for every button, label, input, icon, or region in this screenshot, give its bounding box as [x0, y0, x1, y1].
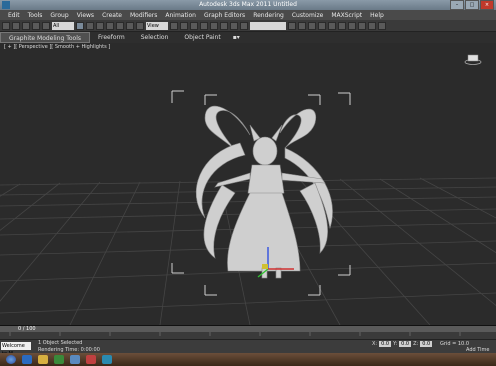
menu-create[interactable]: Create [102, 12, 122, 19]
rendered-frame-window-icon[interactable] [368, 21, 376, 30]
unlink-icon[interactable] [32, 21, 40, 30]
minimize-button[interactable]: – [450, 0, 464, 10]
select-manipulate-icon[interactable] [180, 21, 188, 30]
menu-customize[interactable]: Customize [292, 12, 324, 19]
undo-icon[interactable] [2, 21, 10, 30]
align-icon[interactable] [298, 21, 306, 30]
tab-graphite-modeling-tools[interactable]: Graphite Modeling Tools [0, 32, 91, 43]
maxscript-listener-input[interactable]: Welcome to M [1, 342, 31, 357]
os-taskbar [0, 353, 496, 366]
menu-rendering[interactable]: Rendering [253, 12, 284, 19]
y-label: Y: [393, 341, 398, 347]
redo-icon[interactable] [12, 21, 20, 30]
tab-object-paint[interactable]: Object Paint [176, 32, 228, 43]
media-taskbar-icon[interactable] [54, 355, 64, 364]
graphite-toggle-icon[interactable] [318, 21, 326, 30]
app-taskbar-icon[interactable] [70, 355, 80, 364]
link-icon[interactable] [22, 21, 30, 30]
material-editor-icon[interactable] [348, 21, 356, 30]
window-crossing-icon[interactable] [106, 21, 114, 30]
viewport-grid [0, 90, 496, 325]
render-production-icon[interactable] [378, 21, 386, 30]
close-button[interactable]: × [480, 0, 494, 10]
menu-maxscript[interactable]: MAXScript [331, 12, 362, 19]
percent-snap-icon[interactable] [220, 21, 228, 30]
snap-toggle-icon[interactable] [200, 21, 208, 30]
curve-editor-icon[interactable] [328, 21, 336, 30]
window-controls: – □ × [450, 0, 494, 10]
spinner-snap-icon[interactable] [230, 21, 238, 30]
angle-snap-icon[interactable] [210, 21, 218, 30]
selection-region-icon[interactable] [96, 21, 104, 30]
select-by-name-icon[interactable] [86, 21, 94, 30]
perspective-viewport[interactable]: [ + ][ Perspective ][ Smooth + Highlight… [0, 43, 496, 325]
menu-edit[interactable]: Edit [8, 12, 20, 19]
reference-coord-dropdown[interactable]: View [146, 21, 168, 30]
menu-graph-editors[interactable]: Graph Editors [204, 12, 245, 19]
status-bar: Welcome to M 1 Object Selected Rendering… [0, 339, 496, 359]
app-logo-icon[interactable] [2, 1, 10, 9]
schematic-view-icon[interactable] [338, 21, 346, 30]
explorer-taskbar-icon[interactable] [38, 355, 48, 364]
main-toolbar: All View [0, 20, 496, 32]
tab-freeform[interactable]: Freeform [90, 32, 133, 43]
bind-space-warp-icon[interactable] [42, 21, 50, 30]
coordinate-display: X: 0.0 Y: 0.0 Z: 0.0 [372, 341, 433, 347]
3dsmax-taskbar-icon[interactable] [102, 355, 112, 364]
named-selection-dropdown[interactable] [250, 21, 286, 30]
viewcube-icon[interactable] [464, 53, 482, 65]
pivot-center-icon[interactable] [170, 21, 178, 30]
maximize-button[interactable]: □ [465, 0, 479, 10]
render-setup-icon[interactable] [358, 21, 366, 30]
menu-help[interactable]: Help [370, 12, 384, 19]
keyboard-shortcut-icon[interactable] [190, 21, 198, 30]
x-coordinate-field[interactable]: 0.0 [379, 341, 392, 347]
menu-group[interactable]: Group [50, 12, 68, 19]
rotate-icon[interactable] [126, 21, 134, 30]
mirror-icon[interactable] [288, 21, 296, 30]
ie-taskbar-icon[interactable] [22, 355, 32, 364]
ribbon-options-icon[interactable]: ▪▾ [229, 32, 244, 43]
start-button-icon[interactable] [6, 355, 16, 364]
scale-icon[interactable] [136, 21, 144, 30]
y-coordinate-field[interactable]: 0.0 [399, 341, 412, 347]
z-label: Z: [413, 341, 419, 347]
timeline: 0 / 100 [0, 325, 496, 340]
selection-filter-dropdown[interactable]: All [52, 21, 74, 30]
title-bar: Autodesk 3ds Max 2011 Untitled – □ × [0, 0, 496, 10]
character-model [195, 105, 333, 279]
select-object-icon[interactable] [76, 21, 84, 30]
z-coordinate-field[interactable]: 0.0 [420, 341, 433, 347]
menu-tools[interactable]: Tools [28, 12, 43, 19]
menu-animation[interactable]: Animation [165, 12, 196, 19]
app2-taskbar-icon[interactable] [86, 355, 96, 364]
layer-manager-icon[interactable] [308, 21, 316, 30]
tab-selection[interactable]: Selection [133, 32, 177, 43]
move-icon[interactable] [116, 21, 124, 30]
menu-bar: Edit Tools Group Views Create Modifiers … [0, 10, 496, 20]
menu-modifiers[interactable]: Modifiers [130, 12, 157, 19]
window-title: Autodesk 3ds Max 2011 Untitled [199, 1, 297, 8]
grid-size: Grid = 10.0 [440, 341, 469, 347]
x-label: X: [372, 341, 378, 347]
viewport-label[interactable]: [ + ][ Perspective ][ Smooth + Highlight… [4, 44, 110, 50]
selection-status: 1 Object Selected [38, 340, 83, 346]
edit-named-selection-icon[interactable] [240, 21, 248, 30]
menu-views[interactable]: Views [77, 12, 94, 19]
